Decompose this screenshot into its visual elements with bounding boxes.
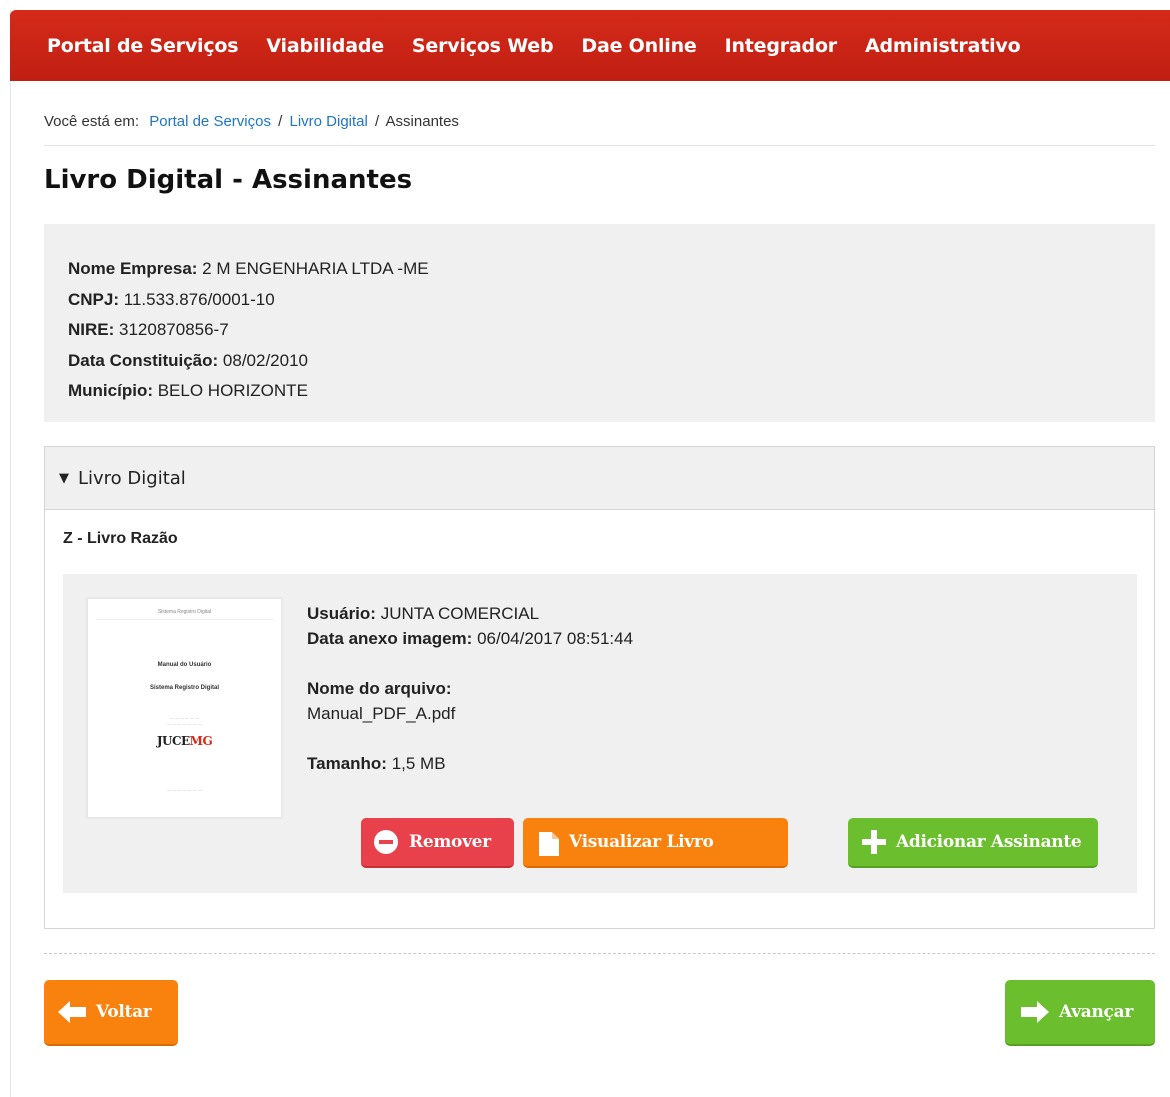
thumb-footer: — — — — — — —	[167, 787, 202, 792]
remove-button-label: Remover	[409, 832, 491, 852]
city-value: BELO HORIZONTE	[157, 381, 308, 400]
thumb-small-text: — — — — — — — — — — — — —	[167, 715, 202, 726]
next-button[interactable]: Avançar	[1005, 980, 1155, 1046]
arrow-right-icon	[1021, 1001, 1049, 1023]
add-signer-button-label: Adicionar Assinante	[896, 832, 1082, 852]
nire-value: 3120870856-7	[119, 320, 229, 339]
user-value: JUNTA COMERCIAL	[380, 604, 540, 623]
book-type: Z - Livro Razão	[63, 530, 178, 547]
breadcrumb-link-portal[interactable]: Portal de Serviços	[149, 113, 271, 130]
view-book-button-label: Visualizar Livro	[569, 832, 714, 852]
attach-date-row: Data anexo imagem: 06/04/2017 08:51:44	[307, 626, 633, 651]
city-label: Município:	[68, 381, 153, 400]
file-name-label: Nome do arquivo:	[307, 679, 452, 698]
attach-date-value: 06/04/2017 08:51:44	[477, 629, 634, 648]
back-button[interactable]: Voltar	[44, 980, 178, 1046]
view-book-button[interactable]: Visualizar Livro	[523, 818, 788, 868]
breadcrumb: Você está em: Portal de Serviços / Livro…	[44, 113, 1155, 146]
top-navigation: Portal de Serviços Viabilidade Serviços …	[10, 10, 1170, 81]
book-thumbnail[interactable]: Sistema Registro Digital Manual do Usuár…	[87, 598, 282, 818]
nav-viabilidade[interactable]: Viabilidade	[266, 35, 384, 57]
thumb-head: Sistema Registro Digital	[157, 609, 212, 615]
attach-date-label: Data anexo imagem:	[307, 629, 473, 648]
nav-administrativo[interactable]: Administrativo	[865, 35, 1021, 57]
nire-row: NIRE: 3120870856-7	[68, 315, 1155, 346]
panel-header-toggle[interactable]: ▼ Livro Digital	[45, 447, 1154, 510]
city-row: Município: BELO HORIZONTE	[68, 376, 1155, 407]
thumb-title: Manual do Usuário	[157, 662, 212, 668]
nav-servicos-web[interactable]: Serviços Web	[412, 35, 554, 57]
size-value: 1,5 MB	[391, 754, 446, 773]
document-icon	[539, 832, 559, 856]
cnpj-row: CNPJ: 11.533.876/0001-10	[68, 285, 1155, 316]
back-button-label: Voltar	[96, 1002, 152, 1022]
company-name-value: 2 M ENGENHARIA LTDA -ME	[202, 259, 429, 278]
company-info: Nome Empresa: 2 M ENGENHARIA LTDA -ME CN…	[44, 224, 1155, 422]
file-name-value: Manual_PDF_A.pdf	[307, 704, 456, 723]
nav-portal-servicos[interactable]: Portal de Serviços	[47, 35, 239, 57]
remove-button[interactable]: Remover	[361, 818, 514, 868]
panel-header-label: Livro Digital	[78, 467, 186, 489]
size-label: Tamanho:	[307, 754, 387, 773]
company-name-label: Nome Empresa:	[68, 259, 198, 278]
constitution-date-row: Data Constituição: 08/02/2010	[68, 346, 1155, 377]
arrow-left-icon	[58, 1001, 86, 1023]
breadcrumb-prefix: Você está em:	[44, 113, 140, 130]
caret-down-icon: ▼	[59, 470, 69, 486]
add-signer-button[interactable]: Adicionar Assinante	[848, 818, 1098, 868]
divider	[44, 953, 1155, 954]
plus-icon	[862, 830, 886, 854]
nav-integrador[interactable]: Integrador	[725, 35, 838, 57]
breadcrumb-current: Assinantes	[385, 113, 459, 130]
thumb-subtitle: Sistema Registro Digital	[149, 685, 220, 691]
nire-label: NIRE:	[68, 320, 115, 339]
nav-dae-online[interactable]: Dae Online	[581, 35, 696, 57]
thumb-divider	[96, 619, 273, 620]
cnpj-label: CNPJ:	[68, 289, 120, 309]
breadcrumb-separator: /	[375, 113, 380, 130]
constitution-date-label: Data Constituição:	[68, 350, 219, 370]
company-name-row: Nome Empresa: 2 M ENGENHARIA LTDA -ME	[68, 254, 1155, 285]
size-row: Tamanho: 1,5 MB	[307, 751, 633, 776]
breadcrumb-separator: /	[278, 113, 283, 130]
constitution-date-value: 08/02/2010	[222, 350, 309, 370]
jucemg-logo: JUCEMG	[156, 734, 213, 748]
minus-circle-icon	[373, 829, 399, 855]
user-label: Usuário:	[307, 604, 376, 623]
page-title: Livro Digital - Assinantes	[44, 165, 413, 195]
book-card: Sistema Registro Digital Manual do Usuár…	[63, 574, 1137, 893]
cnpj-value: 11.533.876/0001-10	[123, 289, 275, 309]
next-button-label: Avançar	[1059, 1002, 1133, 1022]
user-row: Usuário: JUNTA COMERCIAL	[307, 601, 633, 626]
book-details: Usuário: JUNTA COMERCIAL Data anexo imag…	[307, 601, 633, 776]
breadcrumb-link-livro-digital[interactable]: Livro Digital	[289, 113, 367, 130]
livro-digital-panel: ▼ Livro Digital Z - Livro Razão Sistema …	[44, 446, 1155, 929]
